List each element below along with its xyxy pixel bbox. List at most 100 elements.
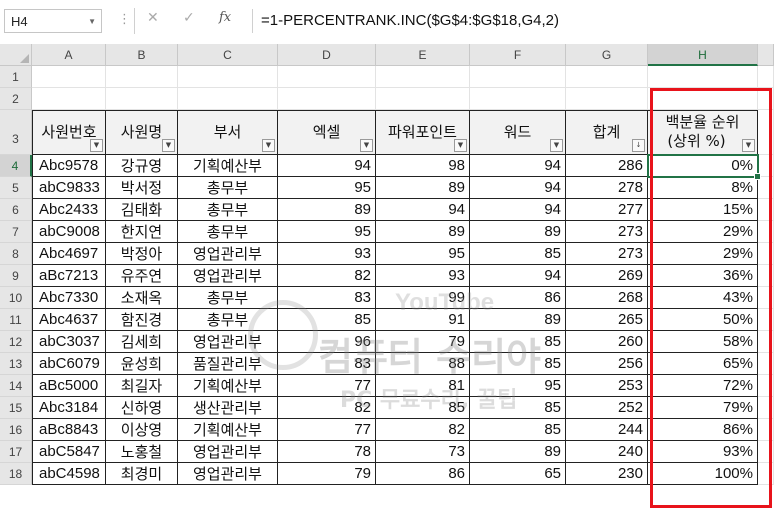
cell[interactable] (376, 88, 470, 110)
table-cell[interactable]: 252 (566, 397, 648, 419)
cell[interactable] (566, 66, 648, 88)
table-cell[interactable]: Abc4697 (32, 243, 106, 265)
table-cell[interactable]: Abc7330 (32, 287, 106, 309)
formula-input[interactable]: =1-PERCENTRANK.INC($G$4:$G$18,G4,2) (252, 9, 772, 33)
table-cell[interactable]: 93 (376, 265, 470, 287)
table-cell[interactable]: 253 (566, 375, 648, 397)
row-header-11[interactable]: 11 (0, 309, 32, 331)
table-cell[interactable]: 268 (566, 287, 648, 309)
percent-rank-cell[interactable]: 79% (648, 397, 758, 419)
filter-dropdown-icon[interactable]: ▼ (262, 139, 275, 152)
table-cell[interactable]: 269 (566, 265, 648, 287)
table-header-cell[interactable]: 파워포인트 ▼ (376, 110, 470, 155)
table-cell[interactable]: 유주연 (106, 265, 178, 287)
cancel-icon[interactable]: ✕ (147, 10, 159, 26)
table-cell[interactable]: 노홍철 (106, 441, 178, 463)
table-cell[interactable]: 김태화 (106, 199, 178, 221)
table-cell[interactable]: abC9833 (32, 177, 106, 199)
row-header-7[interactable]: 7 (0, 221, 32, 243)
filter-dropdown-icon[interactable]: ▼ (550, 139, 563, 152)
table-cell[interactable]: 85 (376, 397, 470, 419)
table-cell[interactable]: 83 (278, 353, 376, 375)
cell[interactable] (758, 155, 774, 177)
column-header-d[interactable]: D (278, 44, 376, 66)
cell[interactable] (758, 199, 774, 221)
cell[interactable] (106, 88, 178, 110)
table-cell[interactable]: 95 (278, 177, 376, 199)
percent-rank-cell[interactable]: 72% (648, 375, 758, 397)
cell[interactable] (470, 88, 566, 110)
table-cell[interactable]: 260 (566, 331, 648, 353)
table-cell[interactable]: 79 (278, 463, 376, 485)
cell[interactable] (758, 177, 774, 199)
table-cell[interactable]: 86 (470, 287, 566, 309)
table-cell[interactable]: 기획예산부 (178, 155, 278, 177)
table-cell[interactable]: aBc7213 (32, 265, 106, 287)
row-header-14[interactable]: 14 (0, 375, 32, 397)
cell[interactable] (758, 441, 774, 463)
table-cell[interactable]: 89 (470, 441, 566, 463)
table-cell[interactable]: 82 (278, 265, 376, 287)
row-header-1[interactable]: 1 (0, 66, 32, 88)
cell[interactable] (758, 331, 774, 353)
row-header-3[interactable]: 3 (0, 110, 32, 155)
column-header-h[interactable]: H (648, 44, 758, 66)
table-cell[interactable]: 최경미 (106, 463, 178, 485)
cell[interactable] (758, 463, 774, 485)
cell[interactable] (278, 88, 376, 110)
cell[interactable] (758, 221, 774, 243)
row-header-12[interactable]: 12 (0, 331, 32, 353)
table-cell[interactable]: 89 (376, 221, 470, 243)
table-cell[interactable]: 박정아 (106, 243, 178, 265)
table-cell[interactable]: 240 (566, 441, 648, 463)
table-cell[interactable]: Abc3184 (32, 397, 106, 419)
table-cell[interactable]: 강규영 (106, 155, 178, 177)
table-cell[interactable]: 총무부 (178, 221, 278, 243)
table-cell[interactable]: 85 (278, 309, 376, 331)
filter-dropdown-icon[interactable]: ▼ (360, 139, 373, 152)
table-cell[interactable]: 96 (278, 331, 376, 353)
table-cell[interactable]: abC5847 (32, 441, 106, 463)
row-header-2[interactable]: 2 (0, 88, 32, 110)
row-header-6[interactable]: 6 (0, 199, 32, 221)
table-cell[interactable]: 273 (566, 243, 648, 265)
table-cell[interactable]: 95 (278, 221, 376, 243)
percent-rank-cell[interactable]: 58% (648, 331, 758, 353)
table-header-cell[interactable]: 엑셀 ▼ (278, 110, 376, 155)
row-header-13[interactable]: 13 (0, 353, 32, 375)
cell[interactable] (566, 88, 648, 110)
table-cell[interactable]: 영업관리부 (178, 463, 278, 485)
filter-dropdown-icon[interactable]: ▼ (162, 139, 175, 152)
table-cell[interactable]: 93 (278, 243, 376, 265)
table-cell[interactable]: 82 (376, 419, 470, 441)
table-cell[interactable]: abC4598 (32, 463, 106, 485)
cell[interactable] (376, 66, 470, 88)
table-cell[interactable]: 278 (566, 177, 648, 199)
table-cell[interactable]: 89 (470, 221, 566, 243)
row-header-18[interactable]: 18 (0, 463, 32, 485)
row-header-4[interactable]: 4 (0, 155, 32, 177)
table-cell[interactable]: 94 (470, 177, 566, 199)
cell[interactable] (758, 287, 774, 309)
cell[interactable] (758, 375, 774, 397)
column-header-a[interactable]: A (32, 44, 106, 66)
percent-rank-cell[interactable]: 29% (648, 221, 758, 243)
percent-rank-cell[interactable]: 0% (648, 155, 758, 177)
table-cell[interactable]: 94 (376, 199, 470, 221)
cell[interactable] (470, 66, 566, 88)
table-cell[interactable]: 286 (566, 155, 648, 177)
name-box[interactable]: H4 ▼ (4, 9, 102, 33)
table-header-cell[interactable]: 사원명 ▼ (106, 110, 178, 155)
column-header-c[interactable]: C (178, 44, 278, 66)
cell[interactable] (758, 66, 774, 88)
table-cell[interactable]: 98 (376, 155, 470, 177)
table-cell[interactable]: 73 (376, 441, 470, 463)
row-header-9[interactable]: 9 (0, 265, 32, 287)
table-cell[interactable]: 244 (566, 419, 648, 441)
table-cell[interactable]: Abc2433 (32, 199, 106, 221)
row-header-16[interactable]: 16 (0, 419, 32, 441)
table-cell[interactable]: 신하영 (106, 397, 178, 419)
table-cell[interactable]: abC9008 (32, 221, 106, 243)
table-cell[interactable]: 소재옥 (106, 287, 178, 309)
cell[interactable] (758, 88, 774, 110)
